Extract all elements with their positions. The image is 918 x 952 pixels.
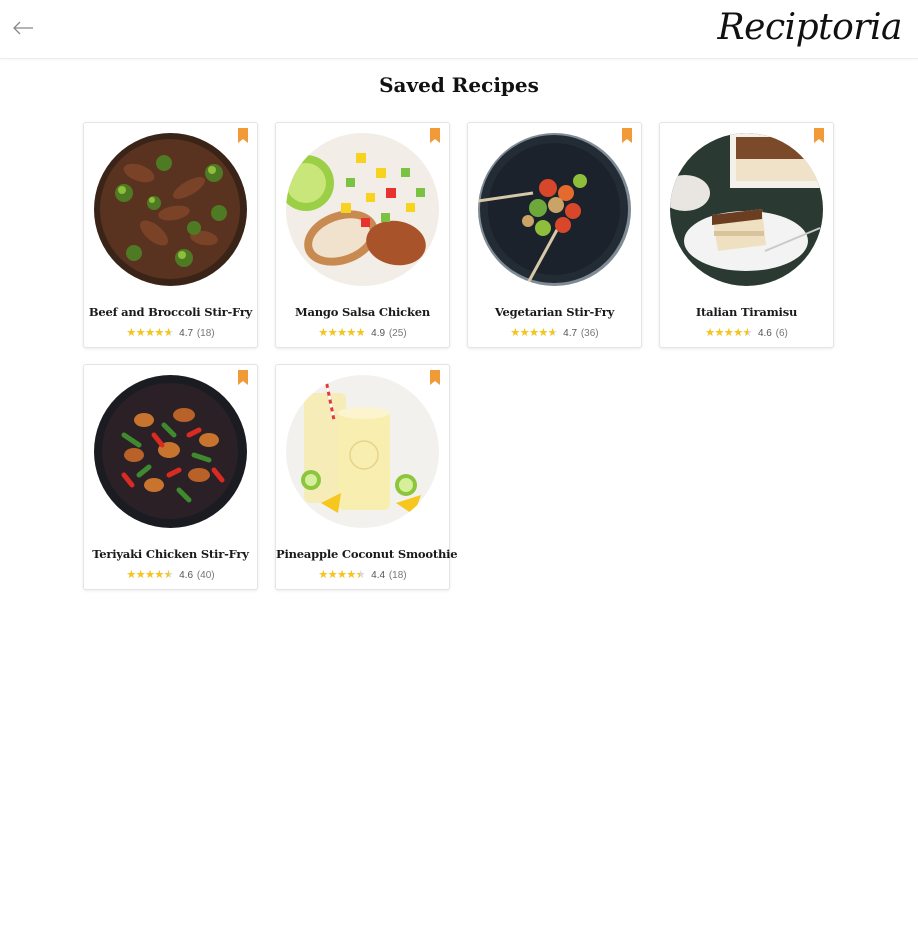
rating-count: (18) <box>196 327 215 339</box>
recipe-title[interactable]: Teriyaki Chicken Stir-Fry <box>84 547 257 561</box>
bookmark-icon[interactable] <box>622 128 632 143</box>
star-rating: ★★★★★ ★★★★★ <box>705 327 752 339</box>
star-rating: ★★★★★ ★★★★★ <box>318 327 366 339</box>
recipe-card[interactable]: Italian Tiramisu ★★★★★ ★★★★★ 4.6 (6) <box>659 122 834 348</box>
star-rating: ★★★★★ ★★★★★ <box>126 569 174 581</box>
recipe-photo <box>94 375 247 528</box>
recipe-title[interactable]: Pineapple Coconut Smoothie <box>276 547 458 561</box>
rating-value: 4.9 <box>371 327 386 339</box>
rating-row: ★★★★★ ★★★★★ 4.4 (18) <box>276 569 449 581</box>
rating-count: (40) <box>196 569 215 581</box>
bookmark-icon[interactable] <box>430 128 440 143</box>
bookmark-icon[interactable] <box>238 370 248 385</box>
recipe-title[interactable]: Italian Tiramisu <box>660 305 833 319</box>
recipe-photo <box>286 375 439 528</box>
rating-count: (18) <box>388 569 407 581</box>
star-rating: ★★★★★ ★★★★★ <box>126 327 174 339</box>
recipe-photo <box>286 133 439 286</box>
rating-value: 4.6 <box>179 569 194 581</box>
rating-row: ★★★★★ ★★★★★ 4.6 (6) <box>660 327 833 339</box>
rating-row: ★★★★★ ★★★★★ 4.6 (40) <box>84 569 257 581</box>
recipe-card[interactable]: Beef and Broccoli Stir-Fry ★★★★★ ★★★★★ 4… <box>83 122 258 348</box>
bookmark-icon[interactable] <box>238 128 248 143</box>
recipe-card[interactable]: Pineapple Coconut Smoothie ★★★★★ ★★★★★ 4… <box>275 364 458 590</box>
rating-count: (6) <box>775 327 788 339</box>
bookmark-icon[interactable] <box>814 128 824 143</box>
rating-value: 4.6 <box>757 327 772 339</box>
star-rating: ★★★★★ ★★★★★ <box>318 569 366 581</box>
recipe-card[interactable]: Teriyaki Chicken Stir-Fry ★★★★★ ★★★★★ 4.… <box>83 364 258 590</box>
top-bar: Reciptoria <box>0 0 918 59</box>
bookmark-icon[interactable] <box>430 370 440 385</box>
rating-count: (36) <box>580 327 599 339</box>
brand-logo[interactable]: Reciptoria <box>718 4 903 52</box>
rating-value: 4.7 <box>563 327 578 339</box>
page-title: Saved Recipes <box>379 73 539 97</box>
recipe-photo <box>670 133 823 286</box>
recipe-title[interactable]: Beef and Broccoli Stir-Fry <box>84 305 257 319</box>
rating-count: (25) <box>388 327 407 339</box>
recipe-photo <box>94 133 247 286</box>
recipe-title[interactable]: Mango Salsa Chicken <box>276 305 449 319</box>
rating-row: ★★★★★ ★★★★★ 4.9 (25) <box>276 327 449 339</box>
rating-row: ★★★★★ ★★★★★ 4.7 (36) <box>468 327 641 339</box>
star-rating: ★★★★★ ★★★★★ <box>510 327 558 339</box>
rating-value: 4.7 <box>179 327 194 339</box>
rating-row: ★★★★★ ★★★★★ 4.7 (18) <box>84 327 257 339</box>
recipe-card[interactable]: Mango Salsa Chicken ★★★★★ ★★★★★ 4.9 (25) <box>275 122 450 348</box>
recipe-photo <box>478 133 631 286</box>
recipe-title[interactable]: Vegetarian Stir-Fry <box>468 305 641 319</box>
arrow-left-icon[interactable] <box>10 16 36 40</box>
recipe-card[interactable]: Vegetarian Stir-Fry ★★★★★ ★★★★★ 4.7 (36) <box>467 122 642 348</box>
rating-value: 4.4 <box>371 569 386 581</box>
